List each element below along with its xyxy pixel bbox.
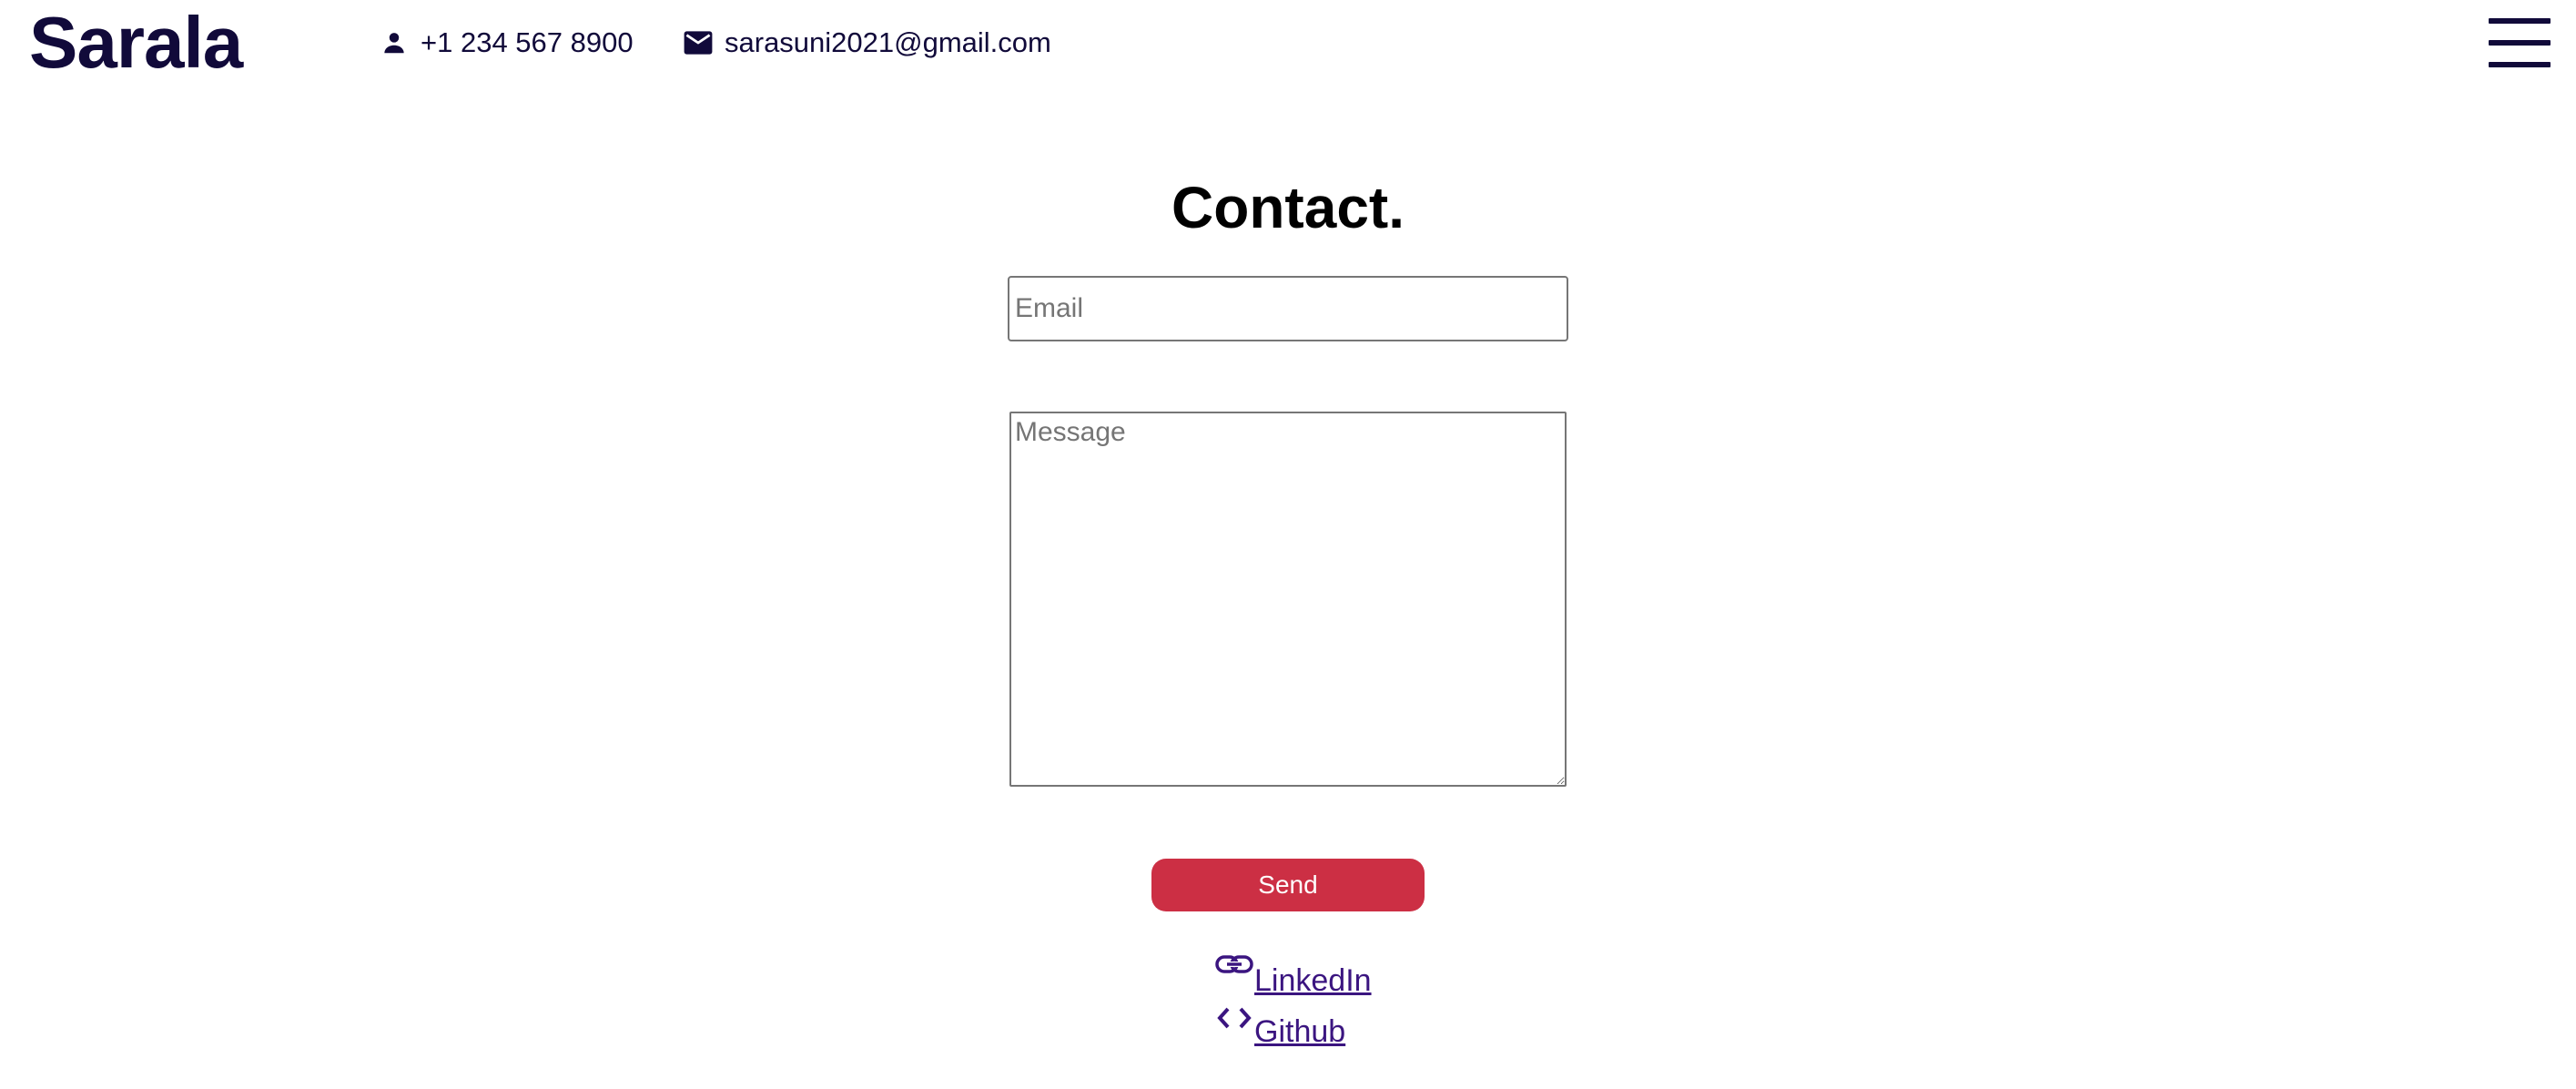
phone-number: +1 234 567 8900: [421, 26, 634, 58]
link-icon: [1214, 954, 1254, 994]
linkedin-link-row: LinkedIn: [1214, 955, 1372, 1002]
github-link-row: Github: [1214, 1007, 1345, 1053]
email-input[interactable]: [1008, 276, 1568, 341]
site-logo[interactable]: Sarala: [29, 2, 243, 84]
phone-contact: +1 234 567 8900: [379, 20, 634, 66]
linkedin-link[interactable]: LinkedIn: [1254, 963, 1372, 999]
envelope-icon: [683, 27, 714, 58]
menu-line: [2489, 40, 2551, 46]
page-title: Contact.: [1171, 175, 1405, 240]
send-button[interactable]: Send: [1151, 859, 1425, 911]
menu-line: [2489, 62, 2551, 67]
person-icon: [379, 27, 410, 58]
github-link[interactable]: Github: [1254, 1014, 1345, 1050]
email-contact: sarasuni2021@gmail.com: [683, 20, 1051, 66]
email-address: sarasuni2021@gmail.com: [725, 26, 1051, 58]
code-icon: [1214, 1005, 1254, 1045]
menu-line: [2489, 18, 2551, 24]
site-header: Sarala +1 234 567 8900 sarasuni2021@gmai…: [0, 0, 2576, 91]
hamburger-menu-icon[interactable]: [2489, 16, 2551, 69]
message-textarea[interactable]: [1009, 412, 1567, 787]
